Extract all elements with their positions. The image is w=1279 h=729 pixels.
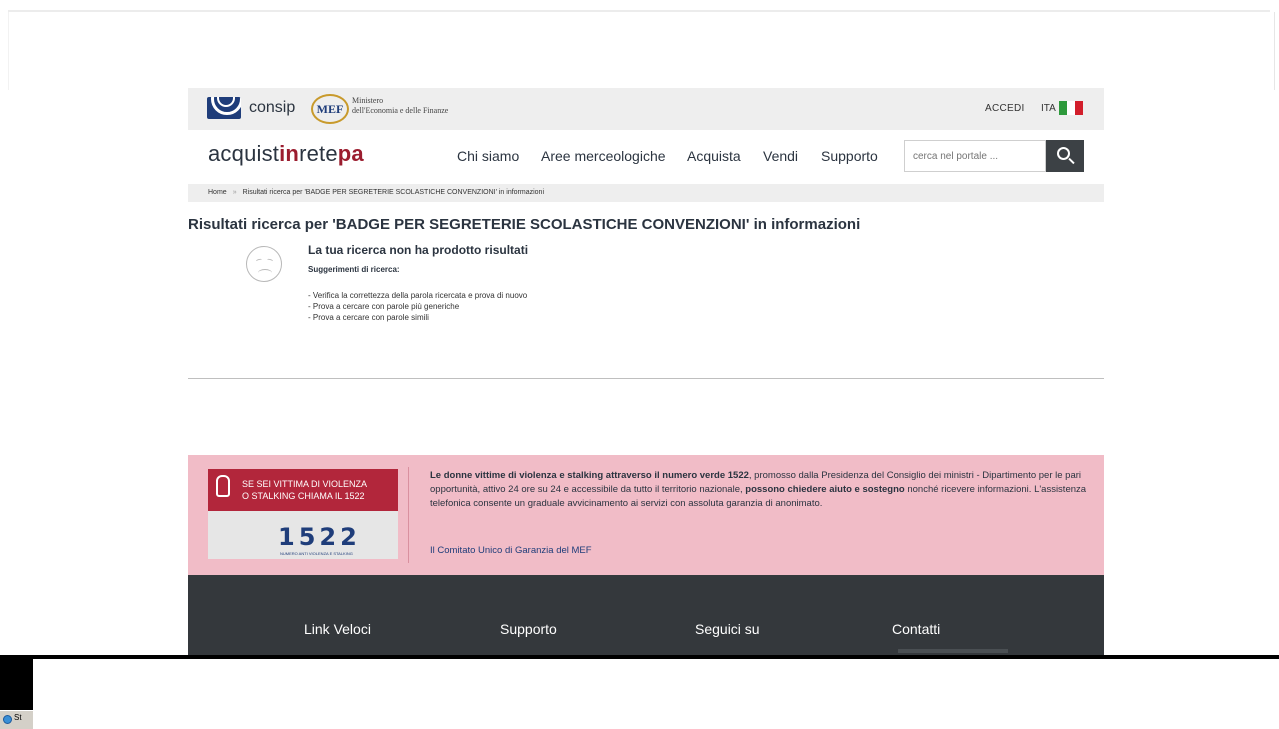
violence-helpline-banner: SE SEI VITTIMA DI VIOLENZA O STALKING CH… xyxy=(188,455,1104,575)
footer-heading-seguici: Seguici su xyxy=(695,621,760,637)
brand-part-in: in xyxy=(279,141,300,166)
search-button[interactable] xyxy=(1046,140,1084,172)
left-border xyxy=(8,12,9,90)
results-panel: La tua ricerca non ha prodotto risultati… xyxy=(188,233,1104,353)
login-link[interactable]: ACCEDI xyxy=(985,103,1025,114)
nav-item-vendi[interactable]: Vendi xyxy=(763,148,798,164)
banner-text: Le donne vittime di violenza e stalking … xyxy=(430,469,1096,511)
institutional-bar: consip MEF Ministero dell'Economia e del… xyxy=(188,88,1104,130)
footer-heading-supporto: Supporto xyxy=(500,621,557,637)
main-navbar: acquistinretepa Chi siamo Aree merceolog… xyxy=(188,130,1104,186)
badge-small-caption: NUMERO ANTI VIOLENZA E STALKING xyxy=(280,551,353,556)
badge-caption: SE SEI VITTIMA DI VIOLENZA O STALKING CH… xyxy=(242,478,367,502)
nav-item-supporto[interactable]: Supporto xyxy=(821,148,878,164)
badge-line-1: SE SEI VITTIMA DI VIOLENZA xyxy=(242,479,368,489)
italian-flag-icon[interactable] xyxy=(1059,101,1083,115)
breadcrumb-home[interactable]: Home xyxy=(208,189,227,196)
banner-separator xyxy=(408,467,409,563)
brand-part-a: acquist xyxy=(208,141,280,166)
nav-item-aree-merceologiche[interactable]: Aree merceologiche xyxy=(541,148,666,164)
mef-subtitle-line1: Ministero xyxy=(352,96,384,105)
no-results-heading: La tua ricerca non ha prodotto risultati xyxy=(308,243,529,257)
badge-line-2: O STALKING CHIAMA IL 1522 xyxy=(242,491,365,501)
brand-part-pa: pa xyxy=(337,141,364,166)
mef-logo-icon[interactable]: MEF xyxy=(311,94,349,124)
taskbar-button[interactable]: St xyxy=(2,713,22,727)
site-logo[interactable]: acquistinretepa xyxy=(208,141,364,167)
nav-item-acquista[interactable]: Acquista xyxy=(687,148,741,164)
footer-heading-contatti: Contatti xyxy=(892,621,941,637)
sad-face-icon xyxy=(246,246,282,282)
site-footer: Link Veloci Supporto Seguici su Contatti xyxy=(188,575,1104,655)
top-border xyxy=(8,10,1270,12)
list-item: - Verifica la correttezza della parola r… xyxy=(308,291,528,300)
content-divider xyxy=(188,378,1104,379)
list-item: - Prova a cercare con parole più generic… xyxy=(308,302,460,311)
suggestions-list: - Verifica la correttezza della parola r… xyxy=(308,290,527,323)
language-selector[interactable]: ITA xyxy=(1041,103,1056,114)
brand-part-rete: rete xyxy=(299,141,338,166)
mef-subtitle: Ministero dell'Economia e delle Finanze xyxy=(352,96,482,116)
breadcrumb-current: Risultati ricerca per 'BADGE PER SEGRETE… xyxy=(242,189,545,196)
helpline-1522-badge[interactable]: SE SEI VITTIMA DI VIOLENZA O STALKING CH… xyxy=(208,469,398,559)
app-icon xyxy=(3,715,12,724)
banner-text-bold-1: Le donne vittime di violenza e stalking … xyxy=(430,470,749,481)
taskbar-button-label: St xyxy=(14,713,22,722)
mef-subtitle-line2: dell'Economia e delle Finanze xyxy=(352,106,449,115)
blank-window xyxy=(33,659,1279,729)
taskbar: St xyxy=(0,710,33,729)
badge-number: 1522 xyxy=(278,523,361,551)
breadcrumb-separator: » xyxy=(232,189,237,196)
browser-page: consip MEF Ministero dell'Economia e del… xyxy=(0,0,1279,729)
search-input[interactable] xyxy=(905,141,1045,171)
nav-item-chi-siamo[interactable]: Chi siamo xyxy=(457,148,519,164)
site-container: consip MEF Ministero dell'Economia e del… xyxy=(188,88,1104,379)
list-item: - Prova a cercare con parole simili xyxy=(308,313,429,322)
breadcrumb: Home » Risultati ricerca per 'BADGE PER SE… xyxy=(188,184,1104,202)
page-title: Risultati ricerca per 'BADGE PER SEGRETE… xyxy=(188,216,861,233)
cug-link[interactable]: Il Comitato Unico di Garanzia del MEF xyxy=(430,545,592,556)
search-box[interactable] xyxy=(904,140,1046,172)
suggestions-title: Suggerimenti di ricerca: xyxy=(308,265,400,274)
footer-heading-link-veloci: Link Veloci xyxy=(304,621,371,637)
footer-cut-text xyxy=(898,649,1008,653)
banner-text-bold-2: possono chiedere aiuto e sostegno xyxy=(745,484,905,495)
raised-hand-icon xyxy=(216,475,230,497)
consip-logo-icon[interactable] xyxy=(207,97,241,119)
consip-logo-text[interactable]: consip xyxy=(249,99,295,117)
right-border xyxy=(1274,12,1275,90)
